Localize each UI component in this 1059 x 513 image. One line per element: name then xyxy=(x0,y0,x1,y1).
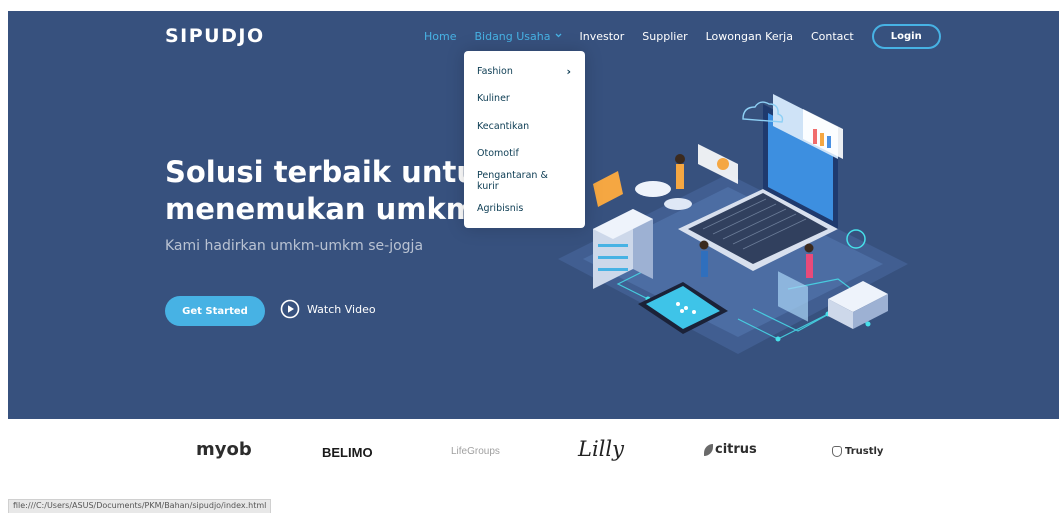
client-logo-belimo: BELIMO xyxy=(322,445,373,460)
hero-headline: Solusi terbaik untuk menemukan umkm xyxy=(165,154,496,228)
play-circle-icon xyxy=(280,299,300,319)
client-logo-label: BELIMO xyxy=(322,445,373,460)
site-logo[interactable]: SIPUDJO xyxy=(165,25,265,47)
citrus-leaf-icon xyxy=(704,443,713,456)
client-logo-citrus: citrus xyxy=(704,442,757,457)
nav-supplier[interactable]: Supplier xyxy=(642,30,687,43)
client-logo-label: myob xyxy=(196,439,252,460)
browser-status-bar: file:///C:/Users/ASUS/Documents/PKM/Baha… xyxy=(8,499,272,513)
nav-lowongan-kerja[interactable]: Lowongan Kerja xyxy=(706,30,793,43)
dropdown-item-label: Fashion xyxy=(477,66,513,78)
nav-bidang-usaha-label: Bidang Usaha xyxy=(474,29,551,43)
dropdown-item-label: Agribisnis xyxy=(477,202,524,214)
nav-bidang-usaha[interactable]: Bidang Usaha xyxy=(474,30,561,43)
trustly-badge-icon xyxy=(832,446,842,457)
client-logo-lifegroups: LifeGroups xyxy=(451,446,500,457)
dropdown-item-otomotif[interactable]: Otomotif xyxy=(464,140,585,167)
hero-headline-line1: Solusi terbaik untuk xyxy=(165,155,497,189)
client-logo-myob: myob xyxy=(196,439,252,460)
dropdown-item-label: Kuliner xyxy=(477,93,510,105)
watch-video-label: Watch Video xyxy=(307,302,376,316)
main-nav: Home Bidang Usaha Investor Supplier Lowo… xyxy=(424,23,941,49)
client-logo-label: citrus xyxy=(715,442,757,457)
client-logo-label: Trustly xyxy=(845,446,884,457)
hero-subtitle: Kami hadirkan umkm-umkm se-jogja xyxy=(165,238,424,254)
client-logo-label: LifeGroups xyxy=(451,446,500,457)
chevron-right-icon: › xyxy=(566,65,571,79)
get-started-button[interactable]: Get Started xyxy=(165,296,265,326)
clients-section: myob BELIMO LifeGroups Lilly citrus Trus… xyxy=(0,419,1059,489)
client-logo-trustly: Trustly xyxy=(832,446,883,457)
nav-contact[interactable]: Contact xyxy=(811,30,854,43)
hero-headline-line2: menemukan umkm xyxy=(165,192,477,226)
nav-investor[interactable]: Investor xyxy=(580,30,625,43)
page: SIPUDJO Home Bidang Usaha Investor Suppl… xyxy=(0,0,1059,513)
dropdown-item-fashion[interactable]: Fashion › xyxy=(464,58,585,85)
client-logo-label: Lilly xyxy=(578,437,624,461)
dropdown-item-pengantaran[interactable]: Pengantaran & kurir xyxy=(464,167,585,194)
hero-illustration xyxy=(558,94,908,354)
dropdown-item-agribisnis[interactable]: Agribisnis xyxy=(464,194,585,221)
chevron-down-icon xyxy=(555,31,562,41)
login-button[interactable]: Login xyxy=(871,23,941,49)
dropdown-item-label: Kecantikan xyxy=(477,120,530,132)
dropdown-item-label: Pengantaran & kurir xyxy=(477,169,548,192)
dropdown-item-kuliner[interactable]: Kuliner xyxy=(464,85,585,112)
hero-section: SIPUDJO Home Bidang Usaha Investor Suppl… xyxy=(8,11,1059,419)
watch-video-button[interactable]: Watch Video xyxy=(280,299,376,319)
dropdown-item-label: Otomotif xyxy=(477,148,519,160)
bidang-usaha-dropdown: Fashion › Kuliner Kecantikan Otomotif Pe… xyxy=(464,51,585,228)
nav-home[interactable]: Home xyxy=(424,30,456,43)
dropdown-item-kecantikan[interactable]: Kecantikan xyxy=(464,113,585,140)
client-logo-lilly: Lilly xyxy=(578,437,624,461)
